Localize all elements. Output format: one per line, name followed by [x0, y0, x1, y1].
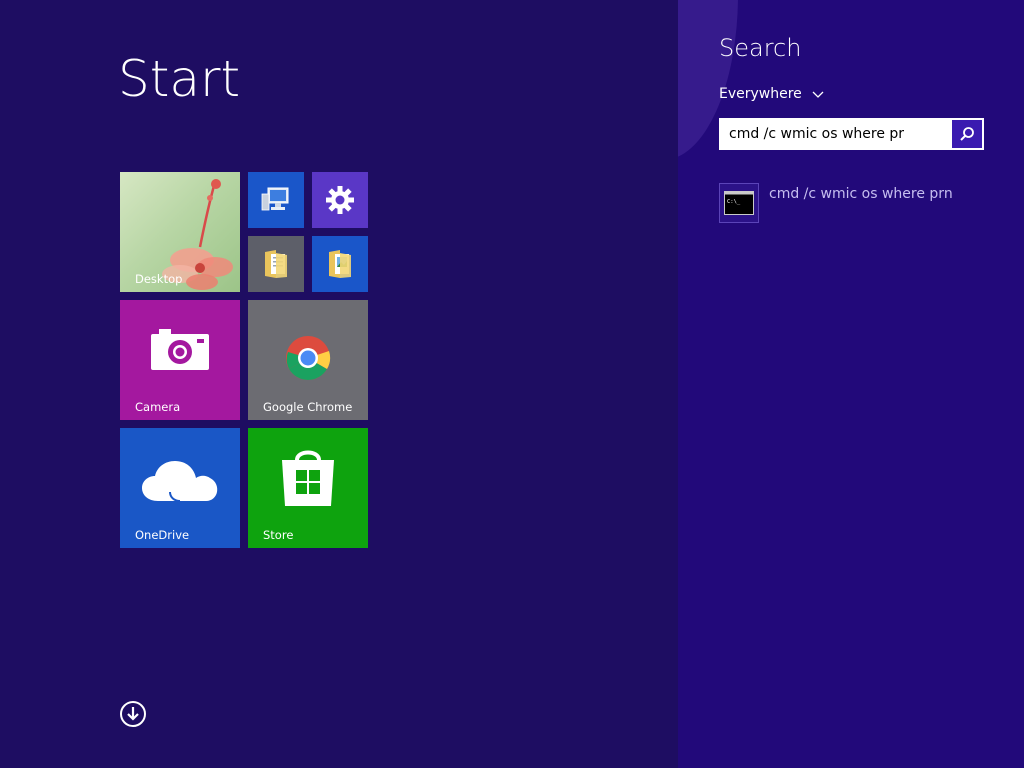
search-box: [719, 118, 984, 150]
camera-icon: [151, 329, 209, 371]
search-charm-pane: Search Everywhere C:\_: [678, 0, 1024, 768]
search-scope-dropdown[interactable]: Everywhere: [719, 86, 824, 102]
svg-text:C:\_: C:\_: [727, 199, 741, 205]
chrome-icon: [286, 335, 331, 380]
arrow-down-circle-icon: [127, 707, 139, 721]
google-chrome-tile[interactable]: Google Chrome: [248, 300, 368, 420]
desktop-tile[interactable]: Desktop: [120, 172, 240, 292]
camera-tile[interactable]: Camera: [120, 300, 240, 420]
onedrive-tile-label: OneDrive: [135, 528, 190, 542]
computer-icon: [261, 187, 289, 211]
file-explorer-tile[interactable]: [248, 236, 304, 292]
chevron-down-icon: [812, 91, 824, 98]
search-result-item[interactable]: C:\_ cmd /c wmic os where prn: [719, 183, 999, 225]
pictures-folder-icon: [329, 250, 351, 278]
search-scope-label: Everywhere: [719, 86, 802, 102]
onedrive-tile[interactable]: OneDrive: [120, 428, 240, 548]
gear-icon: [326, 186, 354, 214]
store-bag-icon: [282, 450, 334, 507]
this-pc-tile[interactable]: [248, 172, 304, 228]
chrome-tile-label: Google Chrome: [263, 400, 353, 414]
cloud-icon: [142, 460, 218, 502]
result-icon-container: C:\_: [719, 183, 759, 223]
search-pane-title: Search: [719, 34, 802, 62]
photos-folder-tile[interactable]: [312, 236, 368, 292]
desktop-tile-label: Desktop: [135, 272, 183, 286]
store-tile-label: Store: [263, 528, 294, 542]
store-tile[interactable]: Store: [248, 428, 368, 548]
search-button[interactable]: [952, 120, 982, 148]
search-result-label: cmd /c wmic os where prn: [769, 186, 953, 202]
pc-settings-tile[interactable]: [312, 172, 368, 228]
search-input[interactable]: [721, 120, 952, 148]
camera-tile-label: Camera: [135, 400, 181, 414]
all-apps-button[interactable]: [120, 701, 146, 727]
folder-icon: [265, 250, 287, 278]
windows-start-screen: Start Desktop Camera Google Chrome OneDr…: [0, 0, 1024, 768]
command-prompt-icon: C:\_: [724, 191, 754, 215]
start-title: Start: [118, 50, 241, 108]
search-icon: [960, 127, 974, 141]
